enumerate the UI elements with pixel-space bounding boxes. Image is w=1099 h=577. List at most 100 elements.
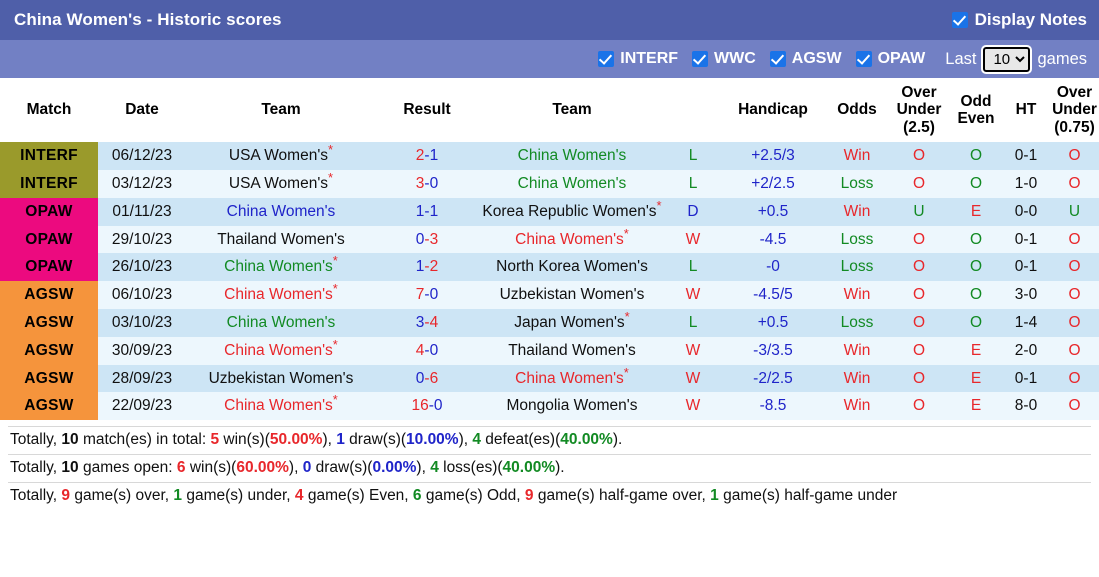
cell-team[interactable]: USA Women's*	[186, 142, 376, 170]
score-home: 16	[411, 397, 428, 414]
cell-league-badge[interactable]: INTERF	[0, 170, 98, 198]
cell-wdl: L	[666, 309, 720, 337]
home-advantage-asterisk: *	[625, 309, 630, 324]
cell-result-score[interactable]: 4-0	[376, 337, 478, 365]
col-header-result: Result	[376, 78, 478, 142]
cell-result-score[interactable]: 2-1	[376, 142, 478, 170]
cell-handicap: +0.5	[720, 309, 826, 337]
cell-over-under-25: O	[888, 226, 950, 254]
cell-team[interactable]: Uzbekistan Women's	[478, 281, 666, 309]
cell-team[interactable]: Mongolia Women's	[478, 392, 666, 420]
cell-league-badge[interactable]: AGSW	[0, 392, 98, 420]
cell-team[interactable]: China Women's*	[478, 365, 666, 393]
checkbox-icon-wwc[interactable]	[692, 51, 708, 67]
table-row[interactable]: OPAW29/10/23Thailand Women's0-3China Wom…	[0, 226, 1099, 254]
table-row[interactable]: OPAW26/10/23China Women's*1-2North Korea…	[0, 253, 1099, 281]
team-name: Uzbekistan Women's	[209, 370, 354, 387]
games-count-select[interactable]: 510152030	[983, 47, 1030, 72]
cell-team[interactable]: China Women's*	[186, 337, 376, 365]
cell-team[interactable]: North Korea Women's	[478, 253, 666, 281]
cell-team[interactable]: Uzbekistan Women's	[186, 365, 376, 393]
cell-over-under-075: O	[1050, 392, 1099, 420]
cell-over-under-075: O	[1050, 226, 1099, 254]
cell-team[interactable]: China Women's*	[186, 253, 376, 281]
table-row[interactable]: INTERF06/12/23USA Women's*2-1China Women…	[0, 142, 1099, 170]
cell-team[interactable]: Thailand Women's	[186, 226, 376, 254]
checkbox-icon-opaw[interactable]	[856, 51, 872, 67]
table-row[interactable]: OPAW 01/11/23 China Women's1-1Korea Republ…	[0, 198, 1099, 226]
summary-overunder-part-2: game(s) over,	[70, 487, 173, 504]
cell-odd-even: E	[950, 365, 1002, 393]
summary-overunder-part-9: 9	[525, 487, 534, 504]
cell-odds: Win	[826, 142, 888, 170]
table-row[interactable]: AGSW 03/10/23 China Women's3-4Japan Women'…	[0, 309, 1099, 337]
checkbox-icon-agsw[interactable]	[770, 51, 786, 67]
cell-date-value: 03/10/23	[112, 314, 172, 331]
cell-wdl: W	[666, 365, 720, 393]
checkbox-icon-interf[interactable]	[598, 51, 614, 67]
cell-team[interactable]: China Women's*	[186, 281, 376, 309]
cell-team[interactable]: Korea Republic Women's*	[478, 198, 666, 226]
cell-handicap: -2/2.5	[720, 365, 826, 393]
table-row[interactable]: INTERF03/12/23USA Women's*3-0China Women…	[0, 170, 1099, 198]
cell-team[interactable]: China Women's*	[186, 392, 376, 420]
cell-league-badge[interactable]: OPAW	[0, 198, 98, 226]
home-advantage-asterisk: *	[333, 392, 338, 407]
cell-date: 06/10/23	[98, 281, 186, 309]
cell-over-under-25: O	[888, 142, 950, 170]
cell-team[interactable]: USA Women's*	[186, 170, 376, 198]
cell-team[interactable]: China Women's	[186, 309, 376, 337]
filter-wwc[interactable]: WWC	[692, 50, 756, 68]
cell-result-score[interactable]: 1-2	[376, 253, 478, 281]
cell-date-value: 30/09/23	[112, 342, 172, 359]
summary-matches-part-5: 50.00%	[270, 431, 323, 448]
table-row[interactable]: AGSW06/10/23China Women's*7-0Uzbekistan …	[0, 281, 1099, 309]
filter-opaw[interactable]: OPAW	[856, 50, 926, 68]
cell-result-score[interactable]: 7-0	[376, 281, 478, 309]
cell-league-badge[interactable]: AGSW	[0, 281, 98, 309]
cell-odds-value: Win	[844, 370, 871, 387]
cell-result-score[interactable]: 0-3	[376, 226, 478, 254]
summary-matches-part-2: match(es) in total:	[79, 431, 211, 448]
cell-handicap: -4.5	[720, 226, 826, 254]
table-row[interactable]: AGSW22/09/23China Women's*16-0Mongolia W…	[0, 392, 1099, 420]
cell-result-score[interactable]: 16-0	[376, 392, 478, 420]
cell-league-badge[interactable]: INTERF	[0, 142, 98, 170]
cell-league-badge[interactable]: AGSW	[0, 365, 98, 393]
score-away: 0	[430, 286, 439, 303]
summary-overunder-part-3: 1	[173, 487, 182, 504]
cell-over-under-25: O	[888, 365, 950, 393]
filter-agsw[interactable]: AGSW	[770, 50, 842, 68]
cell-team[interactable]: China Women's*	[478, 226, 666, 254]
cell-league-badge[interactable]: AGSW	[0, 309, 98, 337]
cell-result-score[interactable]: 0-6	[376, 365, 478, 393]
page-titlebar: China Women's - Historic scores Display …	[0, 0, 1099, 40]
cell-over-under-25: O	[888, 337, 950, 365]
cell-team[interactable]: Thailand Women's	[478, 337, 666, 365]
cell-league-badge[interactable]: AGSW	[0, 337, 98, 365]
table-row[interactable]: AGSW 30/09/23 China Women's*4-0Thailand Wo…	[0, 337, 1099, 365]
last-label: Last	[945, 50, 976, 69]
display-notes-checkbox-icon[interactable]	[952, 12, 968, 28]
cell-over-under-075: O	[1050, 142, 1099, 170]
cell-team[interactable]: China Women's	[186, 198, 376, 226]
cell-team[interactable]: Japan Women's*	[478, 309, 666, 337]
cell-team[interactable]: China Women's	[478, 142, 666, 170]
cell-league-badge[interactable]: OPAW	[0, 226, 98, 254]
ou075-l1: Over	[1057, 84, 1092, 101]
cell-ht: 0-1	[1002, 226, 1050, 254]
filter-interf[interactable]: INTERF	[598, 50, 678, 68]
col-header-handicap: Handicap	[720, 78, 826, 142]
cell-handicap-value: -0	[766, 258, 780, 275]
cell-ht-value: 8-0	[1015, 397, 1037, 414]
cell-league-badge[interactable]: OPAW	[0, 253, 98, 281]
cell-date-value: 01/11/23	[112, 203, 171, 220]
display-notes-toggle[interactable]: Display Notes	[952, 10, 1087, 30]
table-row[interactable]: AGSW28/09/23Uzbekistan Women's0-6China W…	[0, 365, 1099, 393]
score-away: 0	[430, 175, 439, 192]
oe-l2: Even	[957, 110, 994, 127]
cell-result-score[interactable]: 3-4	[376, 309, 478, 337]
cell-result-score[interactable]: 3-0	[376, 170, 478, 198]
cell-team[interactable]: China Women's	[478, 170, 666, 198]
cell-result-score[interactable]: 1-1	[376, 198, 478, 226]
